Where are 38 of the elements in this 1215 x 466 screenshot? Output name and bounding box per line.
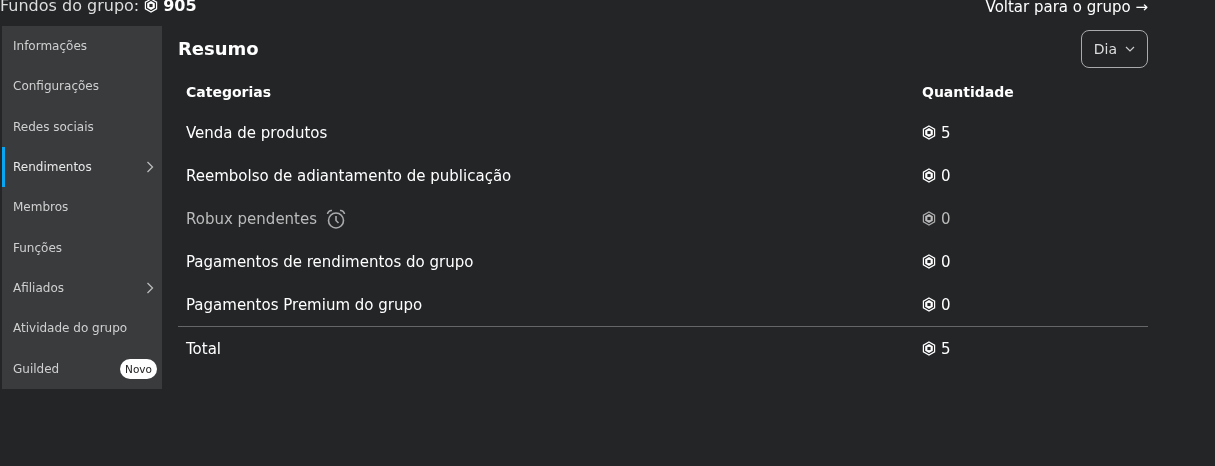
chevron-right-icon — [146, 161, 154, 174]
back-link[interactable]: Voltar para o grupo → — [985, 0, 1148, 16]
sidebar-item[interactable]: Configurações — [2, 66, 162, 107]
column-header: Categorias — [186, 84, 273, 100]
sidebar-item[interactable]: Redes sociais — [2, 106, 162, 147]
amount-value: 0 — [941, 166, 951, 185]
category-label: Pagamentos de rendimentos do grupo — [186, 252, 474, 271]
column-header: Quantidade — [922, 84, 1014, 100]
alarm-clock-icon — [325, 207, 348, 230]
sidebar-item[interactable]: Rendimentos — [2, 146, 162, 188]
sidebar-item[interactable]: Funções — [2, 227, 162, 268]
coin-icon — [922, 168, 936, 183]
amount-value: 5 — [941, 339, 951, 358]
amount-value: 5 — [941, 123, 951, 142]
coin-icon — [144, 0, 159, 13]
new-badge: Novo — [120, 358, 157, 379]
sidebar-item[interactable]: Informações — [2, 26, 162, 67]
period-dropdown[interactable]: Dia — [1080, 30, 1148, 68]
amount-value: 0 — [941, 295, 951, 314]
sidebar-item[interactable]: Membros — [2, 187, 162, 228]
category-label: Reembolso de adiantamento de publicação — [186, 166, 512, 185]
sidebar-item[interactable]: Atividade do grupo — [2, 308, 162, 349]
coin-icon — [922, 341, 936, 356]
category-label: Venda de produtos — [186, 123, 328, 142]
category-label: Total — [186, 339, 222, 358]
category-label: Robux pendentes — [186, 209, 318, 228]
coin-icon — [922, 211, 936, 226]
category-label: Pagamentos Premium do grupo — [186, 295, 423, 314]
chevron-right-icon — [146, 281, 154, 294]
sidebar-item[interactable]: Guilded Novo — [2, 348, 162, 389]
caret-icon — [1125, 46, 1135, 52]
section-title: Resumo — [178, 37, 259, 59]
coin-icon — [922, 297, 936, 312]
coin-icon — [922, 125, 936, 140]
sidebar-item[interactable]: Afiliados — [2, 267, 162, 309]
amount-value: 0 — [941, 252, 951, 271]
coin-icon — [922, 254, 936, 269]
amount-value: 0 — [941, 209, 951, 228]
